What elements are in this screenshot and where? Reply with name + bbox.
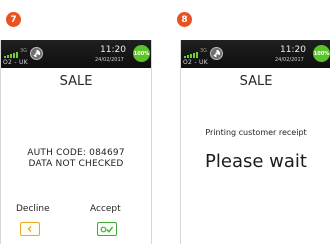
decline-label: Decline <box>16 204 50 214</box>
accept-label: Accept <box>90 204 121 214</box>
status-time: 11:20 <box>100 45 126 55</box>
printing-message: Printing customer receipt <box>205 128 307 137</box>
status-bar: 3G O2 - UK 11:20 24/02/2017 100% <box>181 40 330 68</box>
accept-button[interactable] <box>97 222 117 236</box>
screen-title: SALE <box>239 74 273 89</box>
status-time: 11:20 <box>280 45 306 55</box>
status-bar: 3G O2 - UK 11:20 24/02/2017 100% <box>1 40 151 68</box>
chevron-left-icon <box>27 226 32 232</box>
network-type: 3G <box>200 48 208 54</box>
carrier-name: O2 - UK <box>183 59 208 66</box>
network-type: 3G <box>20 48 28 54</box>
battery-icon: 100% <box>133 45 150 62</box>
auth-code-text: AUTH CODE: 084697 <box>27 148 125 158</box>
status-date: 24/02/2017 <box>275 57 304 63</box>
decline-button[interactable] <box>20 222 40 236</box>
please-wait-text: Please wait <box>205 151 307 172</box>
terminal-screen-printing: 3G O2 - UK 11:20 24/02/2017 100% SALE Pr… <box>180 40 330 244</box>
radio-icon <box>30 47 43 60</box>
status-date: 24/02/2017 <box>95 57 124 63</box>
radio-icon <box>210 47 223 60</box>
step-badge-7: 7 <box>6 12 21 27</box>
step-badge-8: 8 <box>177 12 192 27</box>
check-icon <box>100 226 114 233</box>
check-status-text: DATA NOT CHECKED <box>28 159 124 169</box>
screen-title: SALE <box>59 74 93 89</box>
battery-icon: 100% <box>313 45 330 62</box>
terminal-screen-sale-auth: 3G O2 - UK 11:20 24/02/2017 100% SALE AU… <box>0 40 152 244</box>
carrier-name: O2 - UK <box>3 59 28 66</box>
